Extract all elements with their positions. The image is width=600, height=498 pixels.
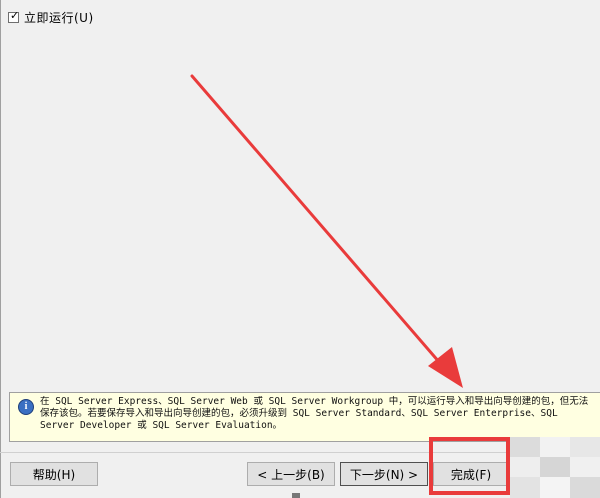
arrow-shaft [190, 74, 448, 372]
annotation-arrow [190, 74, 463, 388]
resize-grip-icon [292, 493, 300, 498]
